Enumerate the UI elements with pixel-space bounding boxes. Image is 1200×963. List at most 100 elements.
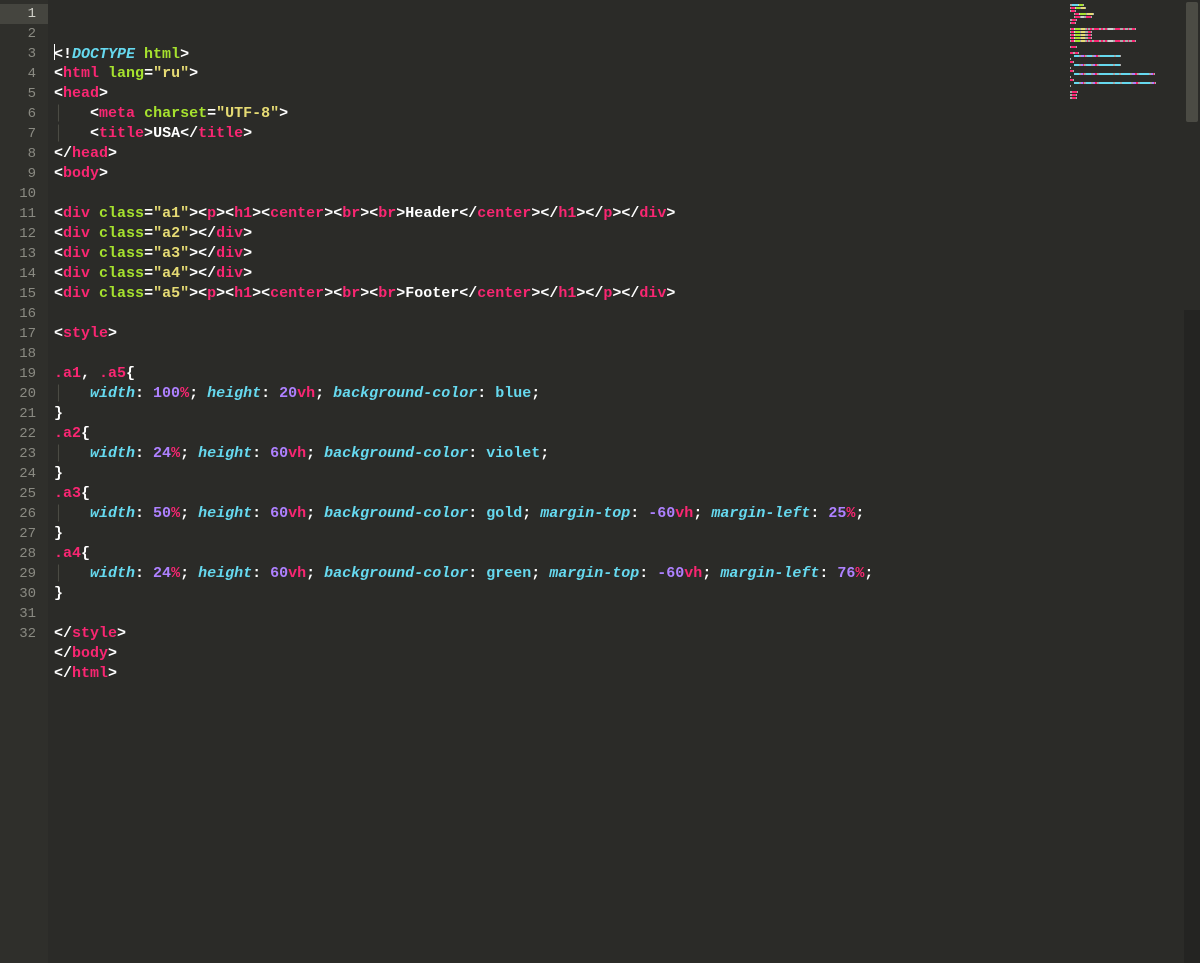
token-text: [135, 105, 144, 122]
line-number[interactable]: 28: [0, 544, 48, 564]
line-number[interactable]: 22: [0, 424, 48, 444]
line-number[interactable]: 29: [0, 564, 48, 584]
line-number[interactable]: 15: [0, 284, 48, 304]
code-line[interactable]: <style>: [54, 324, 1200, 344]
token-pun: =: [207, 105, 216, 122]
line-number[interactable]: 18: [0, 344, 48, 364]
token-pun: ;: [189, 385, 207, 402]
code-line[interactable]: <body>: [54, 164, 1200, 184]
code-line[interactable]: │ width: 50%; height: 60vh; background-c…: [54, 504, 1200, 524]
token-val: violet: [486, 445, 540, 462]
code-line[interactable]: │ width: 24%; height: 60vh; background-c…: [54, 444, 1200, 464]
code-line[interactable]: }: [54, 524, 1200, 544]
code-line[interactable]: <div class="a2"></div>: [54, 224, 1200, 244]
line-number[interactable]: 32: [0, 624, 48, 644]
line-number[interactable]: 1: [0, 4, 48, 24]
code-line[interactable]: }: [54, 464, 1200, 484]
line-number[interactable]: 30: [0, 584, 48, 604]
token-pun: >: [396, 205, 405, 222]
line-number[interactable]: 3: [0, 44, 48, 64]
line-number[interactable]: 31: [0, 604, 48, 624]
token-pun: :: [468, 505, 486, 522]
token-prop: width: [90, 505, 135, 522]
code-line[interactable]: │ <meta charset="UTF-8">: [54, 104, 1200, 124]
code-line[interactable]: [54, 304, 1200, 324]
line-number[interactable]: 23: [0, 444, 48, 464]
line-number[interactable]: 6: [0, 104, 48, 124]
code-line[interactable]: }: [54, 404, 1200, 424]
token-pun: ></: [612, 205, 639, 222]
code-line[interactable]: │ width: 100%; height: 20vh; background-…: [54, 384, 1200, 404]
code-line[interactable]: </head>: [54, 144, 1200, 164]
token-text: Header: [405, 205, 459, 222]
token-prop: width: [90, 565, 135, 582]
token-prop: background-color: [324, 565, 468, 582]
token-prop: margin-left: [711, 505, 810, 522]
code-line[interactable]: </html>: [54, 664, 1200, 684]
code-line[interactable]: .a3{: [54, 484, 1200, 504]
code-line[interactable]: [54, 604, 1200, 624]
token-unit: vh: [288, 505, 306, 522]
token-tag: p: [207, 285, 216, 302]
token-pun: :: [810, 505, 828, 522]
token-pun: =: [144, 285, 153, 302]
token-tag: div: [639, 285, 666, 302]
line-number[interactable]: 24: [0, 464, 48, 484]
code-line[interactable]: .a4{: [54, 544, 1200, 564]
token-num: 60: [270, 565, 288, 582]
code-line[interactable]: <div class="a4"></div>: [54, 264, 1200, 284]
line-number[interactable]: 2: [0, 24, 48, 44]
token-pun: {: [126, 365, 135, 382]
code-line[interactable]: [54, 184, 1200, 204]
code-line[interactable]: <div class="a5"><p><h1><center><br><br>F…: [54, 284, 1200, 304]
token-prop: background-color: [333, 385, 477, 402]
line-number[interactable]: 9: [0, 164, 48, 184]
code-line[interactable]: <div class="a3"></div>: [54, 244, 1200, 264]
token-prop: width: [90, 445, 135, 462]
code-line[interactable]: }: [54, 584, 1200, 604]
code-line[interactable]: .a1, .a5{: [54, 364, 1200, 384]
line-number[interactable]: 17: [0, 324, 48, 344]
code-line[interactable]: <head>: [54, 84, 1200, 104]
token-unit: %: [171, 565, 180, 582]
token-tag: div: [216, 265, 243, 282]
line-number[interactable]: 14: [0, 264, 48, 284]
line-number[interactable]: 16: [0, 304, 48, 324]
code-line[interactable]: </body>: [54, 644, 1200, 664]
scrollbar-track-lower: [1184, 310, 1200, 963]
line-number[interactable]: 11: [0, 204, 48, 224]
code-line[interactable]: .a2{: [54, 424, 1200, 444]
line-number[interactable]: 4: [0, 64, 48, 84]
code-line[interactable]: <div class="a1"><p><h1><center><br><br>H…: [54, 204, 1200, 224]
line-number[interactable]: 8: [0, 144, 48, 164]
scrollbar-thumb[interactable]: [1186, 2, 1198, 122]
line-number[interactable]: 20: [0, 384, 48, 404]
line-number[interactable]: 12: [0, 224, 48, 244]
code-line[interactable]: [54, 344, 1200, 364]
token-attr: class: [99, 245, 144, 262]
token-pun: >: [99, 165, 108, 182]
line-number[interactable]: 10: [0, 184, 48, 204]
line-number[interactable]: 7: [0, 124, 48, 144]
code-line[interactable]: │ width: 24%; height: 60vh; background-c…: [54, 564, 1200, 584]
code-line[interactable]: │ <title>USA</title>: [54, 124, 1200, 144]
token-attr: charset: [144, 105, 207, 122]
code-area[interactable]: <!DOCTYPE html><html lang="ru"><head>│ <…: [48, 0, 1200, 963]
line-number[interactable]: 27: [0, 524, 48, 544]
token-pun: ;: [531, 385, 540, 402]
line-number[interactable]: 13: [0, 244, 48, 264]
code-line[interactable]: <!DOCTYPE html>: [54, 44, 1200, 64]
code-line[interactable]: <html lang="ru">: [54, 64, 1200, 84]
code-editor[interactable]: 1234567891011121314151617181920212223242…: [0, 0, 1200, 963]
token-pun: </: [459, 205, 477, 222]
line-number[interactable]: 25: [0, 484, 48, 504]
line-number[interactable]: 21: [0, 404, 48, 424]
vertical-scrollbar[interactable]: [1184, 0, 1200, 963]
code-line[interactable]: </style>: [54, 624, 1200, 644]
line-number-gutter[interactable]: 1234567891011121314151617181920212223242…: [0, 0, 48, 963]
line-number[interactable]: 26: [0, 504, 48, 524]
token-pun: >: [666, 285, 675, 302]
line-number[interactable]: 19: [0, 364, 48, 384]
line-number[interactable]: 5: [0, 84, 48, 104]
token-str: "a1": [153, 205, 189, 222]
